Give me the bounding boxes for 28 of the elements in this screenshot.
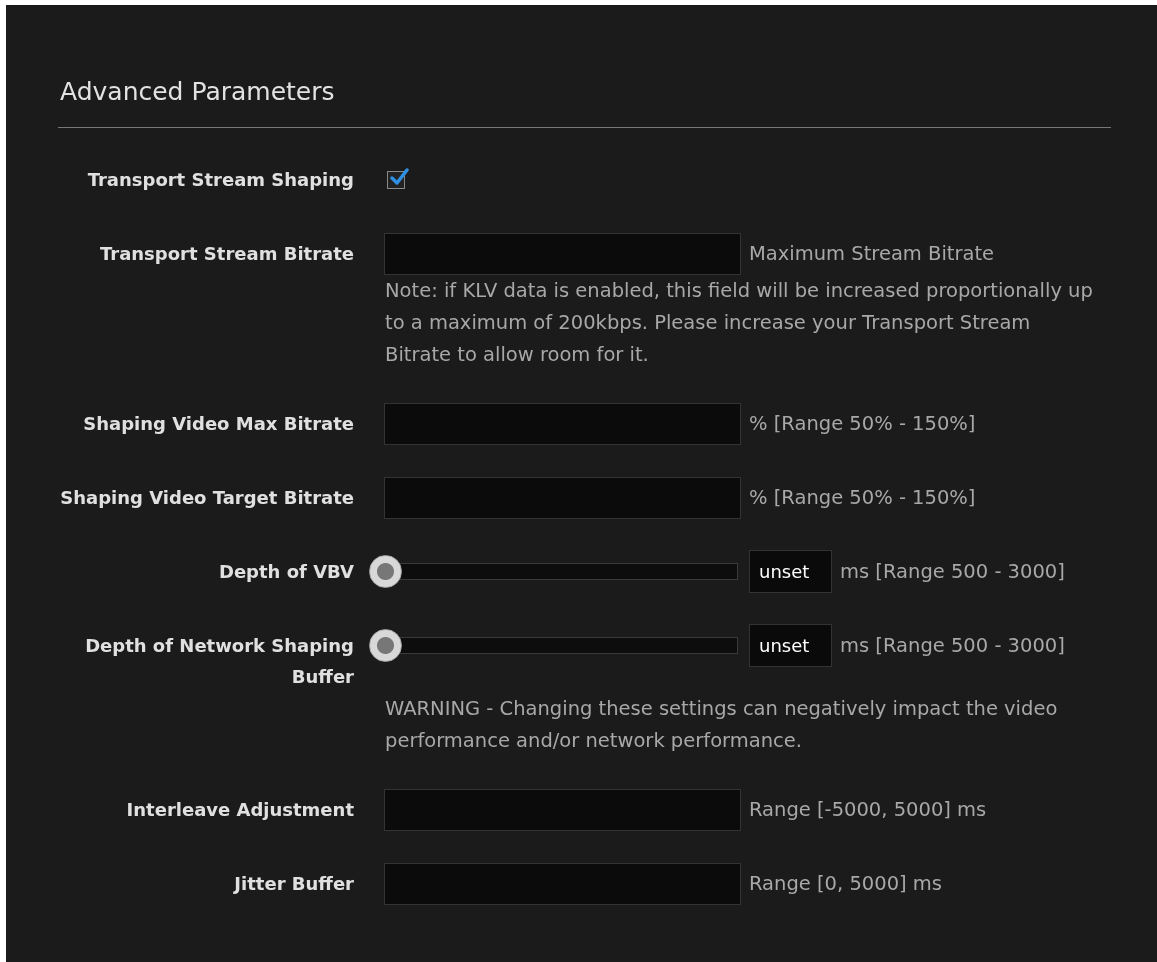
- value-field[interactable]: unset: [749, 550, 832, 593]
- field-label: Transport Stream Shaping: [86, 168, 354, 192]
- slider-thumb[interactable]: [369, 629, 402, 662]
- hint-text: ms [Range 500 - 3000]: [840, 558, 1065, 585]
- field-label: Jitter Buffer: [232, 872, 354, 896]
- note-text: WARNING - Changing these settings can negatively impact the video performance and/or network performance.: [384, 696, 1059, 754]
- value-field[interactable]: unset: [749, 624, 832, 667]
- field-label: Depth of VBV: [217, 560, 354, 584]
- field-label: Interleave Adjustment: [125, 798, 354, 822]
- note-text: Note: if KLV data is enabled, this field will be increased proportionally up to a maximum of 200kbps. Please increase your Transport Stream Bitrate to allow room for it.: [384, 278, 1094, 368]
- section-title: Advanced Parameters: [59, 76, 336, 108]
- field-label: Shaping Video Target Bitrate: [59, 486, 354, 510]
- hint-text: Maximum Stream Bitrate: [749, 240, 995, 267]
- input-field[interactable]: [384, 862, 741, 905]
- input-field[interactable]: [384, 402, 741, 445]
- hint-text: Range [-5000, 5000] ms: [749, 796, 987, 823]
- slider-thumb[interactable]: [369, 555, 402, 588]
- hint-text: % [Range 50% - 150%]: [749, 484, 976, 511]
- input-field[interactable]: [384, 232, 741, 275]
- hint-text: ms [Range 500 - 3000]: [840, 632, 1065, 659]
- input-field[interactable]: [384, 476, 741, 519]
- checkmark-icon: [389, 167, 409, 187]
- field-label: Transport Stream Bitrate: [99, 242, 354, 266]
- field-label: Depth of Network Shaping Buffer: [84, 634, 354, 689]
- input-field[interactable]: [384, 788, 741, 831]
- hint-text: % [Range 50% - 150%]: [749, 410, 976, 437]
- field-label: Shaping Video Max Bitrate: [82, 412, 354, 436]
- hint-text: Range [0, 5000] ms: [749, 870, 942, 897]
